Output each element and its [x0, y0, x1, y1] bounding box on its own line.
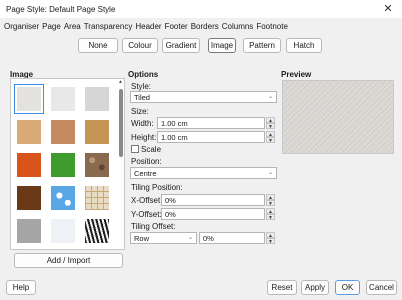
chevron-down-icon[interactable]: ⌄: [266, 93, 275, 101]
tab-organiser[interactable]: Organiser: [4, 22, 39, 31]
height-decrease-icon[interactable]: ▼: [266, 137, 275, 144]
position-select-value: Centre: [134, 168, 157, 178]
x-offset-decrease-icon[interactable]: ▼: [266, 200, 275, 207]
window-title: Page Style: Default Page Style: [6, 4, 116, 14]
y-offset-label: Y-Offset:: [131, 210, 162, 219]
tab-header[interactable]: Header: [135, 22, 161, 31]
height-field-value: 1.00 cm: [161, 132, 188, 142]
thumbnail-parchment-paper[interactable]: [17, 120, 41, 144]
thumbnail-paper-crumpled[interactable]: [85, 87, 109, 111]
y-offset-decrease-icon[interactable]: ▼: [266, 214, 275, 221]
cancel-button[interactable]: Cancel: [366, 280, 397, 295]
width-field[interactable]: 1.00 cm: [157, 117, 265, 129]
width-decrease-icon[interactable]: ▼: [266, 123, 275, 130]
close-icon[interactable]: ✕: [382, 3, 394, 15]
image-gallery[interactable]: ▲: [10, 78, 125, 250]
gallery-scrollbar-thumb[interactable]: [119, 89, 123, 157]
fill-type-toolbar: None Colour Gradient Image Pattern Hatch: [0, 38, 402, 56]
x-offset-label: X-Offset:: [131, 196, 163, 205]
image-button[interactable]: Image: [208, 38, 236, 53]
tab-area[interactable]: Area: [64, 22, 81, 31]
thumbnail-stone[interactable]: [51, 219, 75, 243]
chevron-down-icon[interactable]: ⌄: [266, 169, 275, 177]
thumbnail-paper-texture[interactable]: [51, 87, 75, 111]
thumbnail-wooden-board[interactable]: [85, 120, 109, 144]
thumbnail-fence[interactable]: [51, 120, 75, 144]
position-select[interactable]: Centre ⌄: [130, 167, 277, 179]
tiling-offset-field-value: 0%: [203, 233, 214, 243]
thumbnail-wall-of-rock[interactable]: [17, 219, 41, 243]
options-section-label: Options: [128, 70, 159, 79]
hatch-button[interactable]: Hatch: [286, 38, 322, 53]
help-button[interactable]: Help: [6, 280, 36, 295]
chevron-down-icon[interactable]: ⌄: [186, 234, 195, 242]
style-select-value: Tiled: [134, 92, 150, 102]
pattern-button[interactable]: Pattern: [243, 38, 281, 53]
scale-label: Scale: [141, 145, 162, 154]
tiling-offset-mode-value: Row: [134, 233, 150, 243]
position-label: Position:: [131, 157, 162, 166]
y-offset-spinner[interactable]: ▲ ▼: [266, 208, 275, 221]
x-offset-field-value: 0%: [165, 195, 176, 205]
thumbnail-lawn[interactable]: [51, 153, 75, 177]
thumbnail-zebra[interactable]: [85, 219, 109, 243]
y-offset-field-value: 0%: [165, 209, 176, 219]
tiling-offset-spinner[interactable]: ▲ ▼: [266, 232, 275, 245]
tab-bar: Organiser Page Area Transparency Header …: [0, 18, 402, 34]
tab-footer[interactable]: Footer: [165, 22, 188, 31]
preview-label: Preview: [281, 70, 312, 79]
tiling-offset-mode-select[interactable]: Row ⌄: [130, 232, 197, 244]
none-button[interactable]: None: [78, 38, 118, 53]
add-import-button[interactable]: Add / Import: [14, 253, 123, 268]
tiling-position-label: Tiling Position:: [131, 183, 183, 192]
preview-area: [282, 80, 394, 154]
x-offset-spinner[interactable]: ▲ ▼: [266, 194, 275, 207]
tab-page[interactable]: Page: [42, 22, 61, 31]
thumbnail-bathroom-tiles[interactable]: [85, 186, 109, 210]
thumbnail-painted-white[interactable]: [14, 84, 44, 114]
y-offset-field[interactable]: 0%: [161, 208, 265, 220]
tab-borders[interactable]: Borders: [191, 22, 219, 31]
thumbnail-colorful-pebbles[interactable]: [85, 153, 109, 177]
tab-columns[interactable]: Columns: [222, 22, 254, 31]
ok-button[interactable]: OK: [335, 280, 360, 295]
tiling-offset-label: Tiling Offset:: [131, 222, 176, 231]
width-label: Width:: [131, 119, 154, 128]
style-select[interactable]: Tiled ⌄: [130, 91, 277, 103]
tab-transparency[interactable]: Transparency: [84, 22, 133, 31]
width-field-value: 1.00 cm: [161, 118, 188, 128]
height-label: Height:: [131, 133, 157, 142]
width-spinner[interactable]: ▲ ▼: [266, 117, 275, 130]
reset-button[interactable]: Reset: [267, 280, 297, 295]
gradient-button[interactable]: Gradient: [162, 38, 200, 53]
colour-button[interactable]: Colour: [122, 38, 158, 53]
tiling-offset-field[interactable]: 0%: [199, 232, 265, 244]
thumbnail-maple-leaves[interactable]: [17, 153, 41, 177]
style-label: Style:: [131, 82, 152, 91]
scale-checkbox[interactable]: [131, 145, 139, 153]
apply-button[interactable]: Apply: [301, 280, 329, 295]
title-bar: Page Style: Default Page Style ✕: [0, 0, 402, 18]
height-field[interactable]: 1.00 cm: [157, 131, 265, 143]
thumbnail-coffee-beans[interactable]: [17, 186, 41, 210]
tab-footnote[interactable]: Footnote: [256, 22, 288, 31]
height-spinner[interactable]: ▲ ▼: [266, 131, 275, 144]
tiling-offset-decrease-icon[interactable]: ▼: [266, 238, 275, 245]
thumbnail-little-clouds[interactable]: [51, 186, 75, 210]
x-offset-field[interactable]: 0%: [161, 194, 265, 206]
scroll-up-arrow-icon[interactable]: ▲: [118, 80, 123, 85]
size-label: Size:: [131, 107, 149, 116]
